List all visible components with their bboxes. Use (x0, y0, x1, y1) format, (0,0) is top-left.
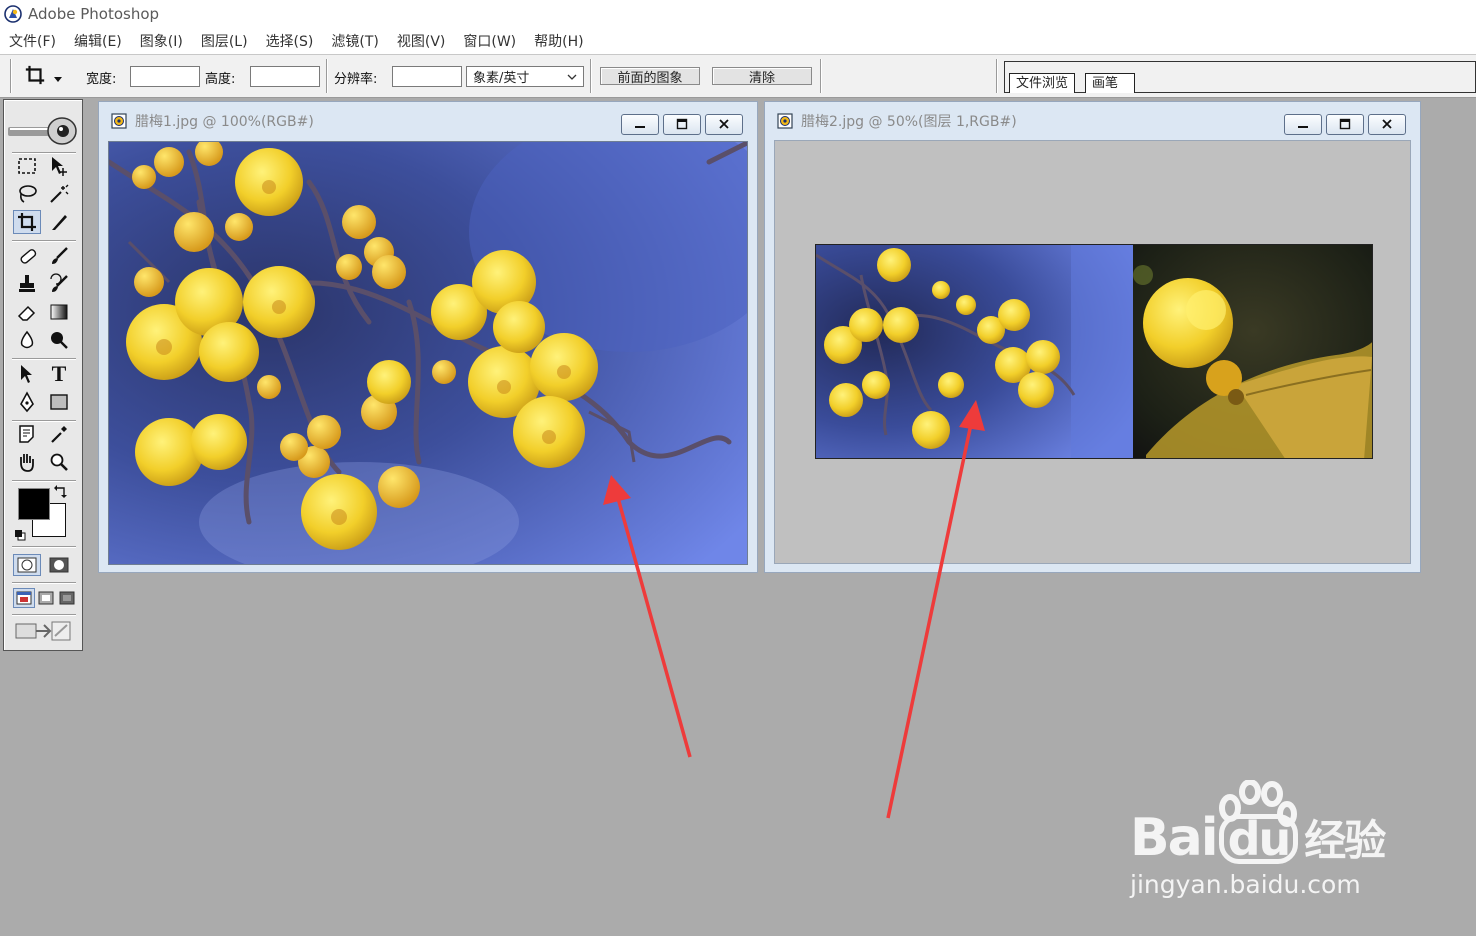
watermark-brand: Bai du 经验 (1130, 808, 1386, 869)
arrow-annotation (886, 400, 985, 819)
arrow-annotation (603, 475, 692, 758)
watermark-brand-right: 经验 (1304, 816, 1386, 865)
baidu-jingyan-watermark: Bai du 经验 jingyan.baidu.com (1130, 780, 1420, 910)
watermark-brand-left: Bai (1130, 808, 1219, 868)
watermark-url: jingyan.baidu.com (1130, 870, 1361, 899)
watermark-brand-mid: du (1218, 814, 1299, 864)
